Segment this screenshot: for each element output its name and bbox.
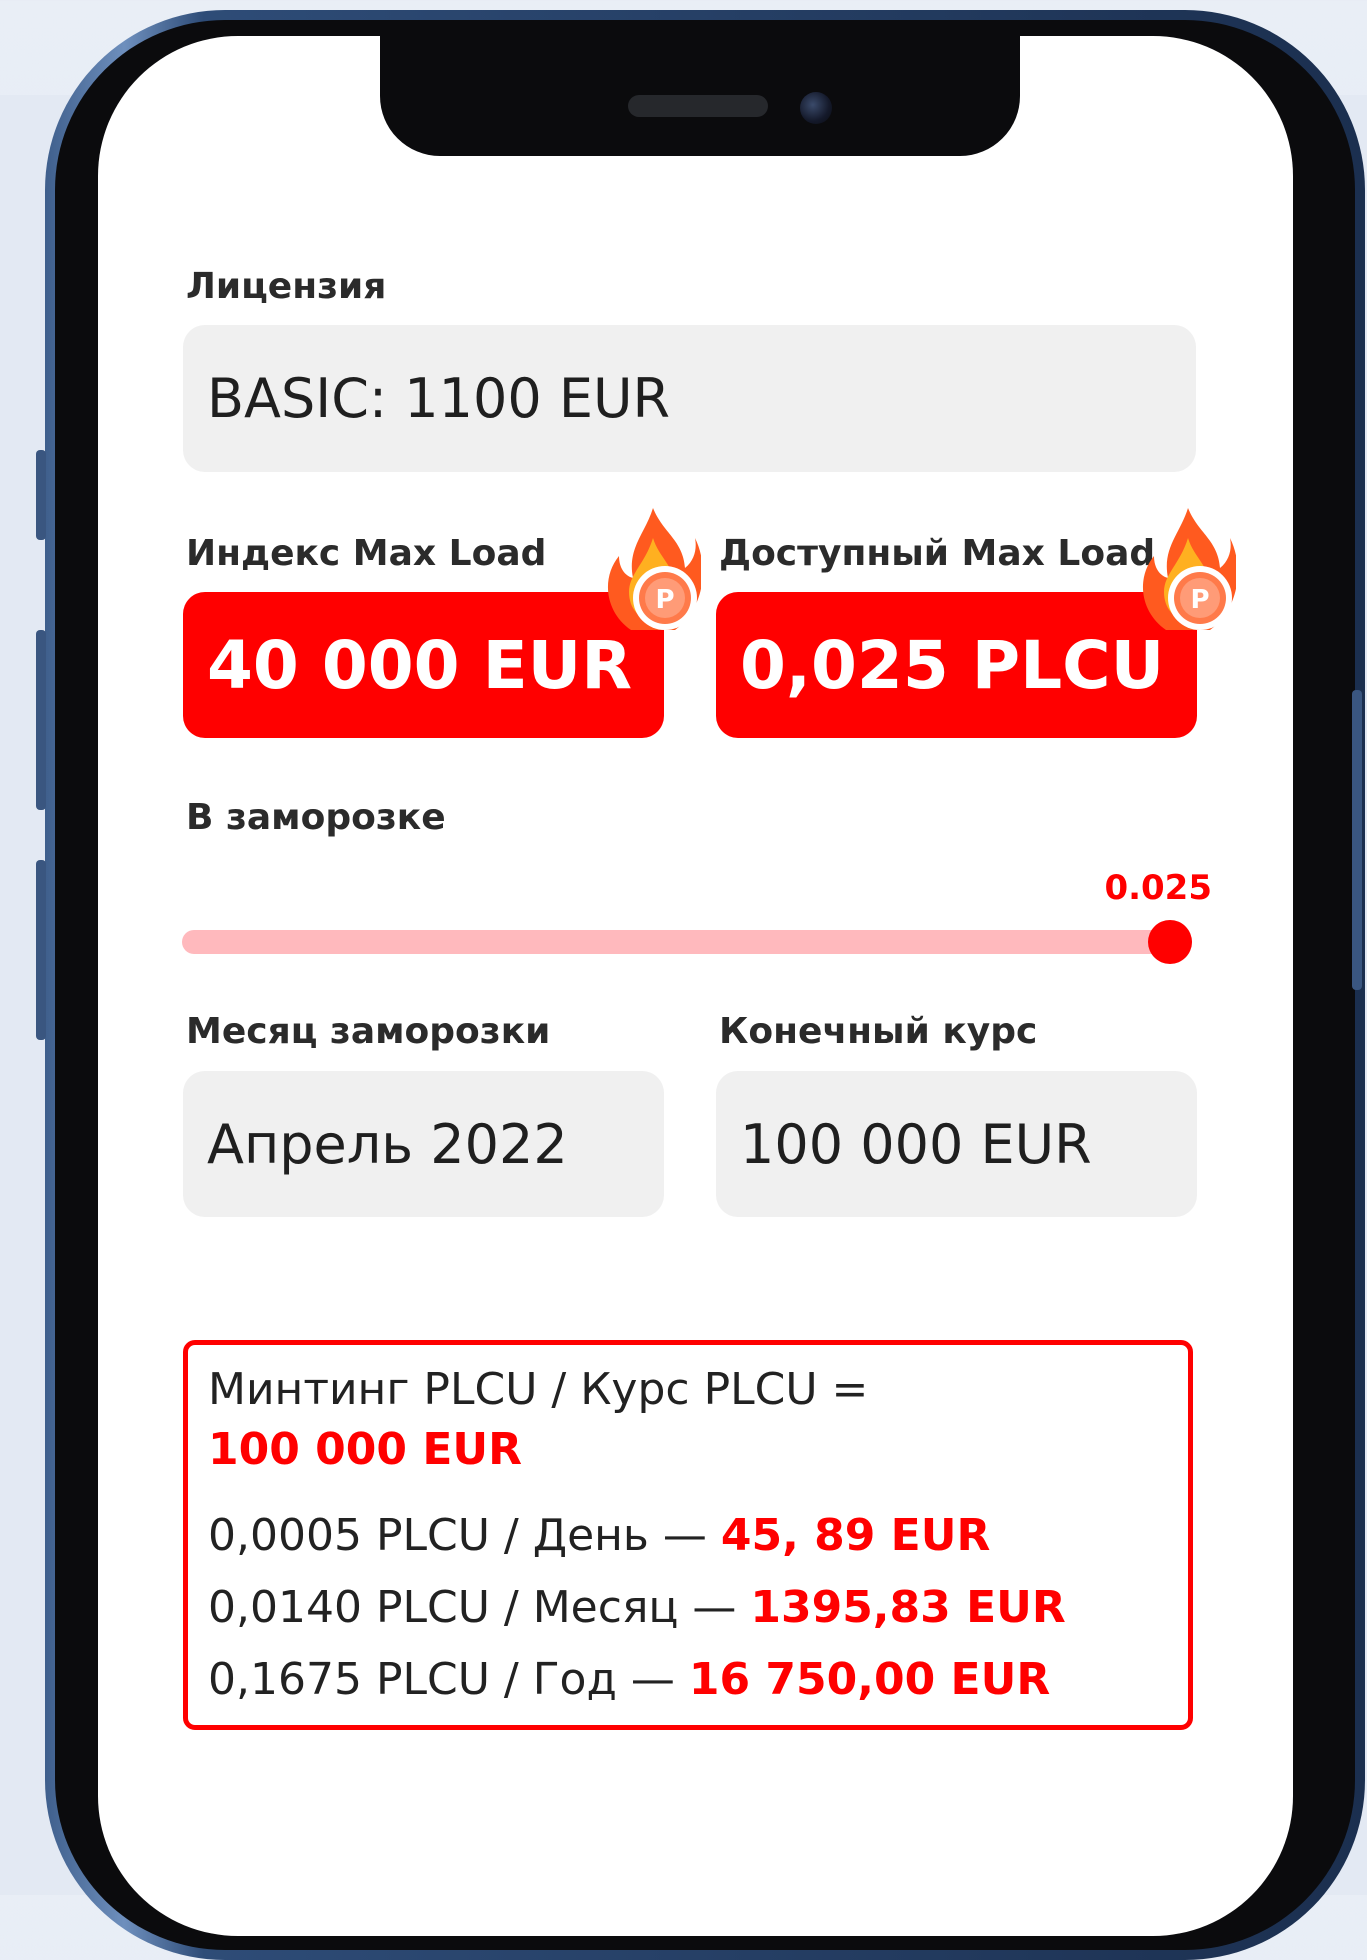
result-row-year: 0,1675 PLCU / Год — 16 750,00 EUR: [208, 1654, 1050, 1705]
freeze-month-label: Месяц заморозки: [186, 1011, 551, 1052]
phone-side-button: [1352, 690, 1362, 990]
final-rate-input[interactable]: 100 000 EUR: [716, 1071, 1197, 1217]
result-row-day: 0,0005 PLCU / День — 45, 89 EUR: [208, 1510, 990, 1561]
available-max-load-label: Доступный Max Load: [719, 533, 1156, 574]
result-row-value: 16 750,00 EUR: [688, 1654, 1051, 1705]
result-row-text: 0,0140 PLCU / Месяц —: [208, 1582, 751, 1633]
result-row-text: 0,1675 PLCU / Год —: [208, 1654, 689, 1705]
phone-side-button: [36, 630, 46, 810]
frozen-slider-value: 0.025: [1104, 868, 1212, 908]
front-camera: [800, 92, 832, 124]
index-max-load-label: Индекс Max Load: [186, 533, 547, 574]
available-max-load-value: 0,025 PLCU: [716, 592, 1197, 738]
speaker-grille: [628, 95, 768, 117]
license-label: Лицензия: [186, 266, 387, 307]
result-row-text: 0,0005 PLCU / День —: [208, 1510, 721, 1561]
result-formula-value: 100 000 EUR: [208, 1424, 522, 1475]
license-select[interactable]: BASIC: 1100 EUR: [183, 325, 1196, 472]
result-formula: Минтинг PLCU / Курс PLCU =: [208, 1364, 869, 1415]
index-max-load-value: 40 000 EUR: [183, 592, 664, 738]
result-row-month: 0,0140 PLCU / Месяц — 1395,83 EUR: [208, 1582, 1066, 1633]
frozen-label: В заморозке: [186, 797, 446, 838]
frozen-slider-thumb[interactable]: [1148, 920, 1192, 964]
freeze-month-select[interactable]: Апрель 2022: [183, 1071, 664, 1217]
phone-side-button: [36, 860, 46, 1040]
final-rate-label: Конечный курс: [719, 1011, 1038, 1052]
frozen-slider-track[interactable]: [182, 930, 1192, 954]
svg-text:P: P: [1190, 585, 1209, 615]
phone-side-button: [36, 450, 46, 540]
fire-coin-icon: P: [607, 508, 701, 630]
result-row-value: 45, 89 EUR: [720, 1510, 991, 1561]
fire-coin-icon: P: [1142, 508, 1236, 630]
svg-text:P: P: [655, 585, 674, 615]
result-row-value: 1395,83 EUR: [750, 1582, 1066, 1633]
